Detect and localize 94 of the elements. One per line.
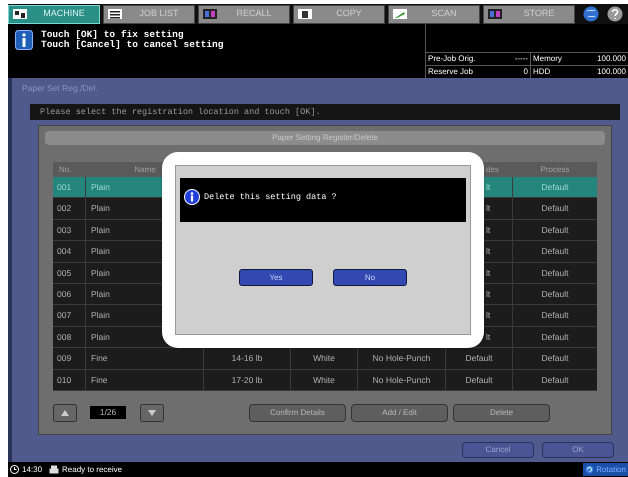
help-icon [607,6,623,22]
column-header: No. [59,165,72,174]
table-cell: 007 [57,310,72,320]
info-icon [15,30,33,50]
action-button[interactable]: Confirm Details [249,404,346,422]
footer-button[interactable]: OK [542,442,614,458]
dialog-button[interactable]: Yes [239,269,313,286]
table-cell: Default [542,288,568,299]
rotation-label: Rotation [596,464,626,476]
dialog-message: Delete this setting data ? [204,190,337,204]
table-cell: lt [486,203,490,214]
instruction-text: Please select the registration location and touch [OK]. [30,104,620,120]
tab[interactable]: COPY [293,4,385,24]
tab[interactable]: STORE [483,4,575,24]
table-cell: lt [486,224,490,235]
message-text: Touch [Cancel] to cancel setting [41,40,224,50]
action-button[interactable]: Add / Edit [351,404,448,422]
table-cell: Default [542,268,568,278]
tab[interactable]: SCAN [388,4,480,24]
table-cell: 006 [57,288,72,299]
status-label: Reserve Job [428,66,473,78]
table-cell: 005 [57,268,72,278]
status-text: Ready to receive [62,464,122,476]
dialog-button[interactable]: No [333,269,407,286]
table-cell: Default [542,182,568,192]
table-cell: lt [486,246,490,256]
table-cell: Default [466,353,492,364]
table-cell: 002 [57,203,72,214]
table-cell: Fine [91,353,108,364]
tab[interactable]: JOB LIST [103,4,195,24]
table-cell: lt [486,288,490,299]
table-cell: 14-16 lb [232,353,262,364]
table-cell: Default [466,374,492,385]
clock-icon [10,465,19,474]
tab[interactable]: MACHINE [8,4,100,24]
down-arrow-button[interactable] [140,404,164,422]
table-cell: Default [542,246,568,256]
table-cell: Plain [91,182,110,192]
table-cell: Plain [91,268,110,278]
table-cell: Plain [91,203,110,214]
status-value: 100.000 [597,53,626,65]
status-label: Memory [533,53,562,65]
table-cell: Default [542,374,568,385]
table-cell: 008 [57,332,72,342]
tab[interactable]: RECALL [198,4,290,24]
table-cell: lt [486,310,490,320]
action-button[interactable]: Delete [453,404,550,422]
status-label: HDD [533,66,550,78]
table-cell: lt [486,182,490,192]
panel-header: Paper Setting Register/Delete [45,131,605,145]
table-cell: 004 [57,246,72,256]
info-icon [184,189,200,205]
footer-button[interactable]: Cancel [462,442,534,458]
document-icon [297,7,313,21]
table-cell: Default [542,203,568,214]
column-header: Name [134,165,156,174]
column-header: des [486,165,499,174]
table-cell: 010 [57,374,72,385]
column-header: Process [540,165,570,174]
table-cell: Fine [91,374,108,385]
time-text: 14:30 [22,464,42,476]
table-cell: Default [542,353,568,364]
table-cell: No Hole-Punch [372,374,430,385]
table-cell: Default [542,224,568,235]
table-cell: Default [542,310,568,320]
status-label: Pre-Job Orig. [428,53,476,65]
table-cell: 003 [57,224,72,235]
machine-icon [12,7,28,21]
table-row[interactable]: 010 Fine 17-20 lb White No Hole-Punch Default Default [53,370,597,391]
table-cell: Plain [91,224,110,235]
up-arrow-button[interactable] [53,404,77,422]
screen-title: Paper Set Reg./Del. [22,82,99,95]
table-cell: Default [542,332,568,342]
status-value: 0 [524,66,528,78]
table-cell: Plain [91,246,110,256]
table-cell: 009 [57,353,72,364]
table-cell: 001 [57,182,72,192]
printer-icon [49,465,60,474]
globe-icon [583,6,599,22]
table-cell: White [313,353,335,364]
status-value: 100.000 [597,66,626,78]
rotation-icon [585,465,594,474]
status-value: ----- [514,53,528,65]
table-cell: White [313,374,335,385]
table-cell: Plain [91,288,110,299]
table-cell: 17-20 lb [232,374,262,385]
table-cell: lt [486,268,490,278]
table-cell: Plain [91,332,110,342]
table-cell: No Hole-Punch [372,353,430,364]
table-cell: Plain [91,310,110,320]
list-icon [107,7,123,21]
page-counter: 1/26 [90,406,126,420]
table-cell: lt [486,332,490,342]
message-text: Touch [OK] to fix setting [41,30,185,40]
